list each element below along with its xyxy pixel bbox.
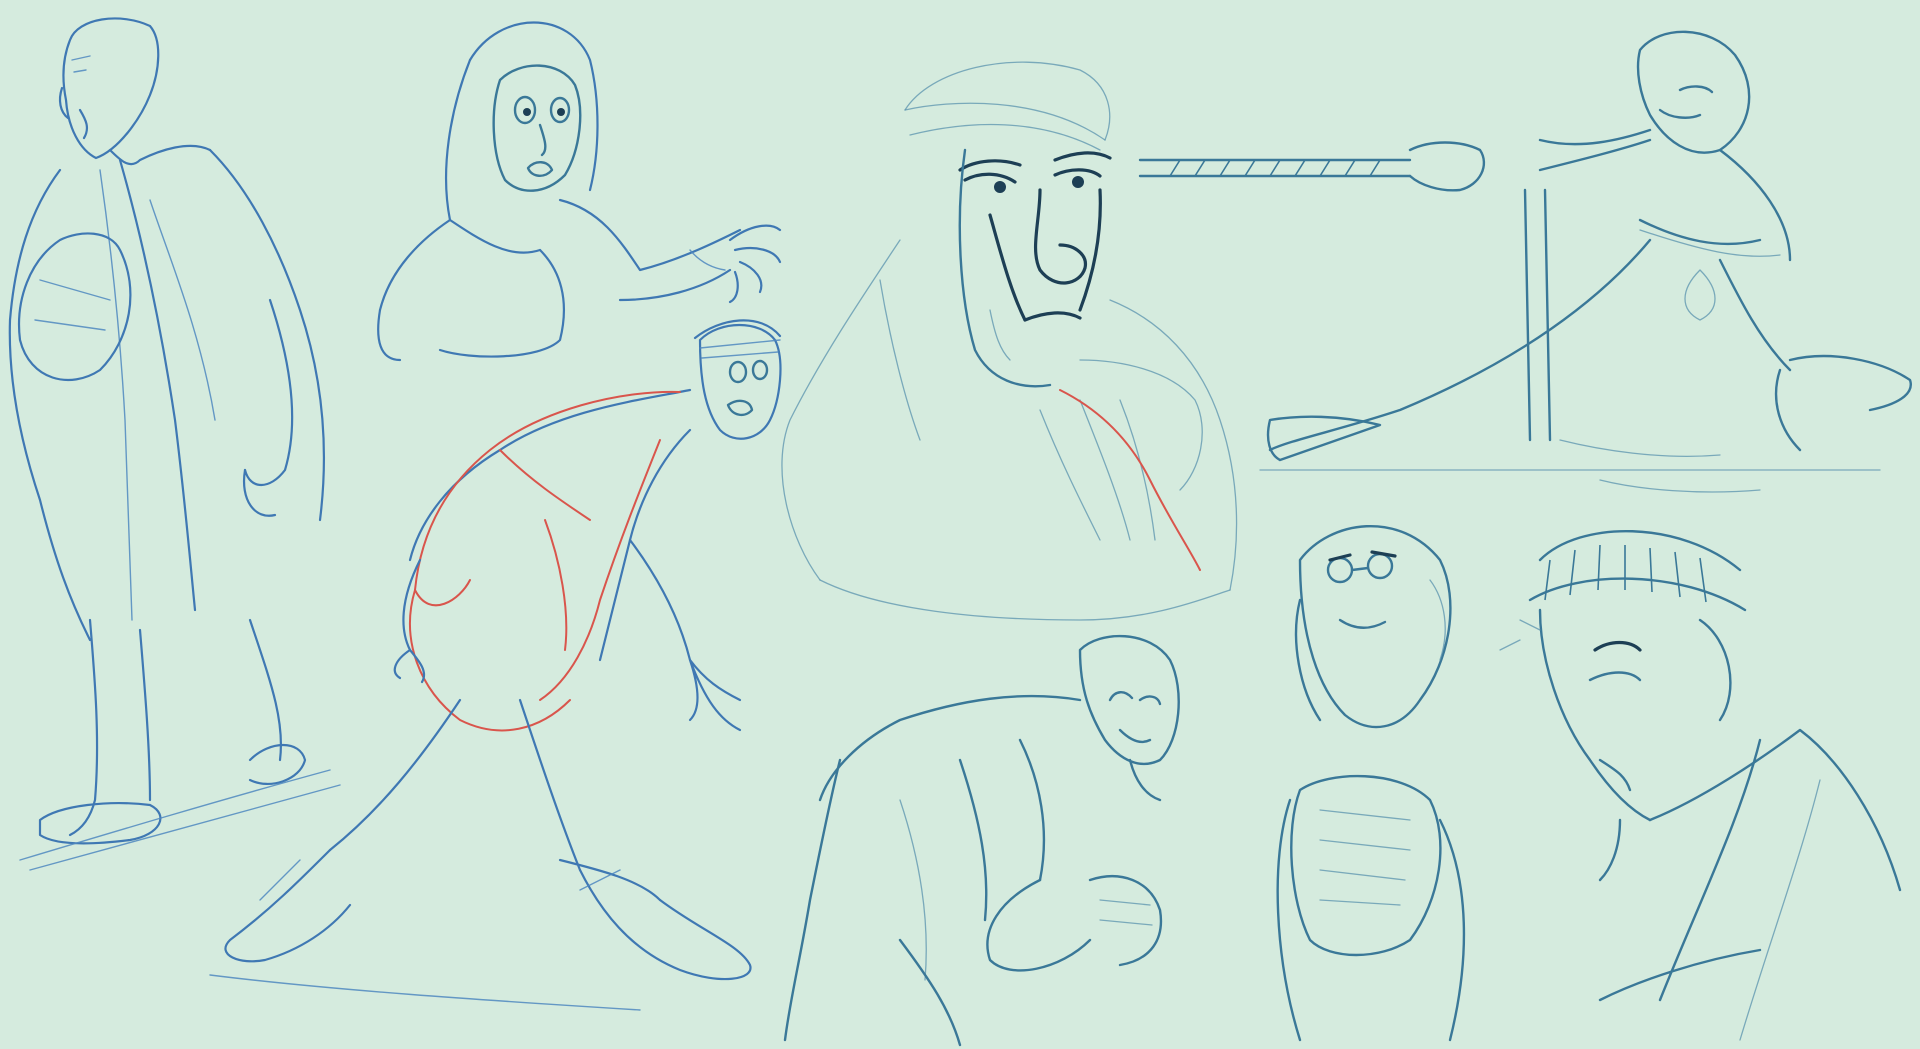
sneaking-man-sketch: [209, 319, 782, 1011]
capped-man-portrait: [781, 61, 1238, 621]
rope-pulling-man-sketch: [1138, 30, 1912, 493]
character-sketch-sheet: [8, 17, 1912, 1047]
knit-cap-man-profile-sketch: [1499, 530, 1902, 1041]
walking-old-man-sketch: [8, 17, 341, 871]
hooded-woman-sketch: [377, 21, 782, 362]
hunched-brute-sketch: [783, 634, 1180, 1047]
bald-man-with-glasses-sketch: [1276, 525, 1466, 1042]
